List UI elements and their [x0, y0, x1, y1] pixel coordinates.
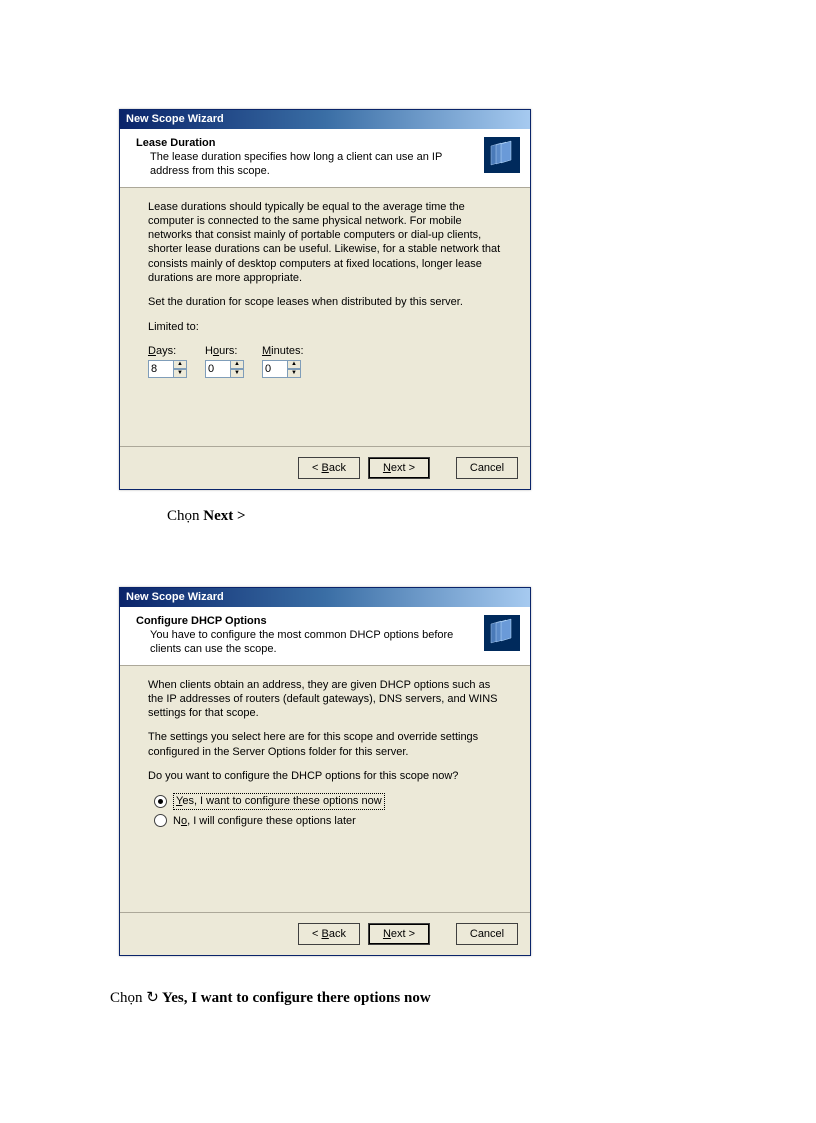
body-paragraph-3: Do you want to configure the DHCP option… — [148, 769, 502, 783]
hours-spinner[interactable]: ▲ ▼ — [205, 360, 244, 378]
days-input[interactable] — [148, 360, 174, 378]
minutes-spinner[interactable]: ▲ ▼ — [262, 360, 304, 378]
back-button[interactable]: < Back — [298, 923, 360, 945]
body-paragraph-1: Lease durations should typically be equa… — [148, 200, 502, 286]
dialog-lease-duration: New Scope Wizard Lease Duration The leas… — [119, 109, 531, 490]
caption-bold: Next > — [203, 508, 245, 524]
hours-input[interactable] — [205, 360, 231, 378]
radio-yes[interactable] — [154, 795, 167, 808]
dialog-configure-dhcp: New Scope Wizard Configure DHCP Options … — [119, 587, 531, 956]
body-panel: When clients obtain an address, they are… — [120, 666, 530, 912]
hours-up[interactable]: ▲ — [230, 360, 244, 369]
wizard-icon — [484, 615, 520, 651]
radio-no-label: No, I will configure these options later — [173, 814, 356, 828]
caption-prefix: Chọn — [167, 508, 203, 524]
caption-prefix: Chọn — [110, 990, 146, 1006]
hours-down[interactable]: ▼ — [230, 369, 244, 378]
next-button[interactable]: Next > — [368, 457, 430, 479]
header-title: Configure DHCP Options — [136, 615, 474, 627]
days-column: Days: ▲ ▼ — [148, 344, 187, 378]
cancel-button[interactable]: Cancel — [456, 923, 518, 945]
radio-no[interactable] — [154, 814, 167, 827]
header-text: Configure DHCP Options You have to confi… — [136, 615, 484, 657]
radio-no-row[interactable]: No, I will configure these options later — [154, 814, 502, 828]
hours-label: Hours: — [205, 344, 244, 358]
back-button[interactable]: < Back — [298, 457, 360, 479]
header-text: Lease Duration The lease duration specif… — [136, 137, 484, 179]
hours-column: Hours: ▲ ▼ — [205, 344, 244, 378]
minutes-down[interactable]: ▼ — [287, 369, 301, 378]
cancel-button[interactable]: Cancel — [456, 457, 518, 479]
body-paragraph-1: When clients obtain an address, they are… — [148, 678, 502, 721]
minutes-label: Minutes: — [262, 344, 304, 358]
header-panel: Lease Duration The lease duration specif… — [120, 129, 530, 188]
header-desc: The lease duration specifies how long a … — [136, 151, 474, 179]
duration-row: Days: ▲ ▼ Hours: ▲ ▼ — [148, 344, 502, 378]
titlebar: New Scope Wizard — [120, 110, 530, 129]
days-up[interactable]: ▲ — [173, 360, 187, 369]
days-label: Days: — [148, 344, 187, 358]
next-button[interactable]: Next > — [368, 923, 430, 945]
header-panel: Configure DHCP Options You have to confi… — [120, 607, 530, 666]
caption-yes: Chọn ↻ Yes, I want to configure there op… — [110, 988, 431, 1007]
body-panel: Lease durations should typically be equa… — [120, 188, 530, 447]
titlebar: New Scope Wizard — [120, 588, 530, 607]
minutes-input[interactable] — [262, 360, 288, 378]
caption-bold: Yes, I want to configure there options n… — [159, 990, 431, 1006]
wizard-icon — [484, 137, 520, 173]
caption-symbol: ↻ — [146, 990, 159, 1006]
header-title: Lease Duration — [136, 137, 474, 149]
minutes-up[interactable]: ▲ — [287, 360, 301, 369]
minutes-column: Minutes: ▲ ▼ — [262, 344, 304, 378]
button-bar: < Back Next > Cancel — [120, 912, 530, 955]
caption-next: Chọn Next > — [167, 508, 246, 525]
days-spinner[interactable]: ▲ ▼ — [148, 360, 187, 378]
limited-to-label: Limited to: — [148, 320, 502, 334]
body-paragraph-2: Set the duration for scope leases when d… — [148, 295, 502, 309]
radio-yes-row[interactable]: Yes, I want to configure these options n… — [154, 793, 502, 809]
body-paragraph-2: The settings you select here are for thi… — [148, 730, 502, 759]
radio-yes-label: Yes, I want to configure these options n… — [173, 793, 385, 809]
button-bar: < Back Next > Cancel — [120, 446, 530, 489]
days-down[interactable]: ▼ — [173, 369, 187, 378]
header-desc: You have to configure the most common DH… — [136, 629, 474, 657]
